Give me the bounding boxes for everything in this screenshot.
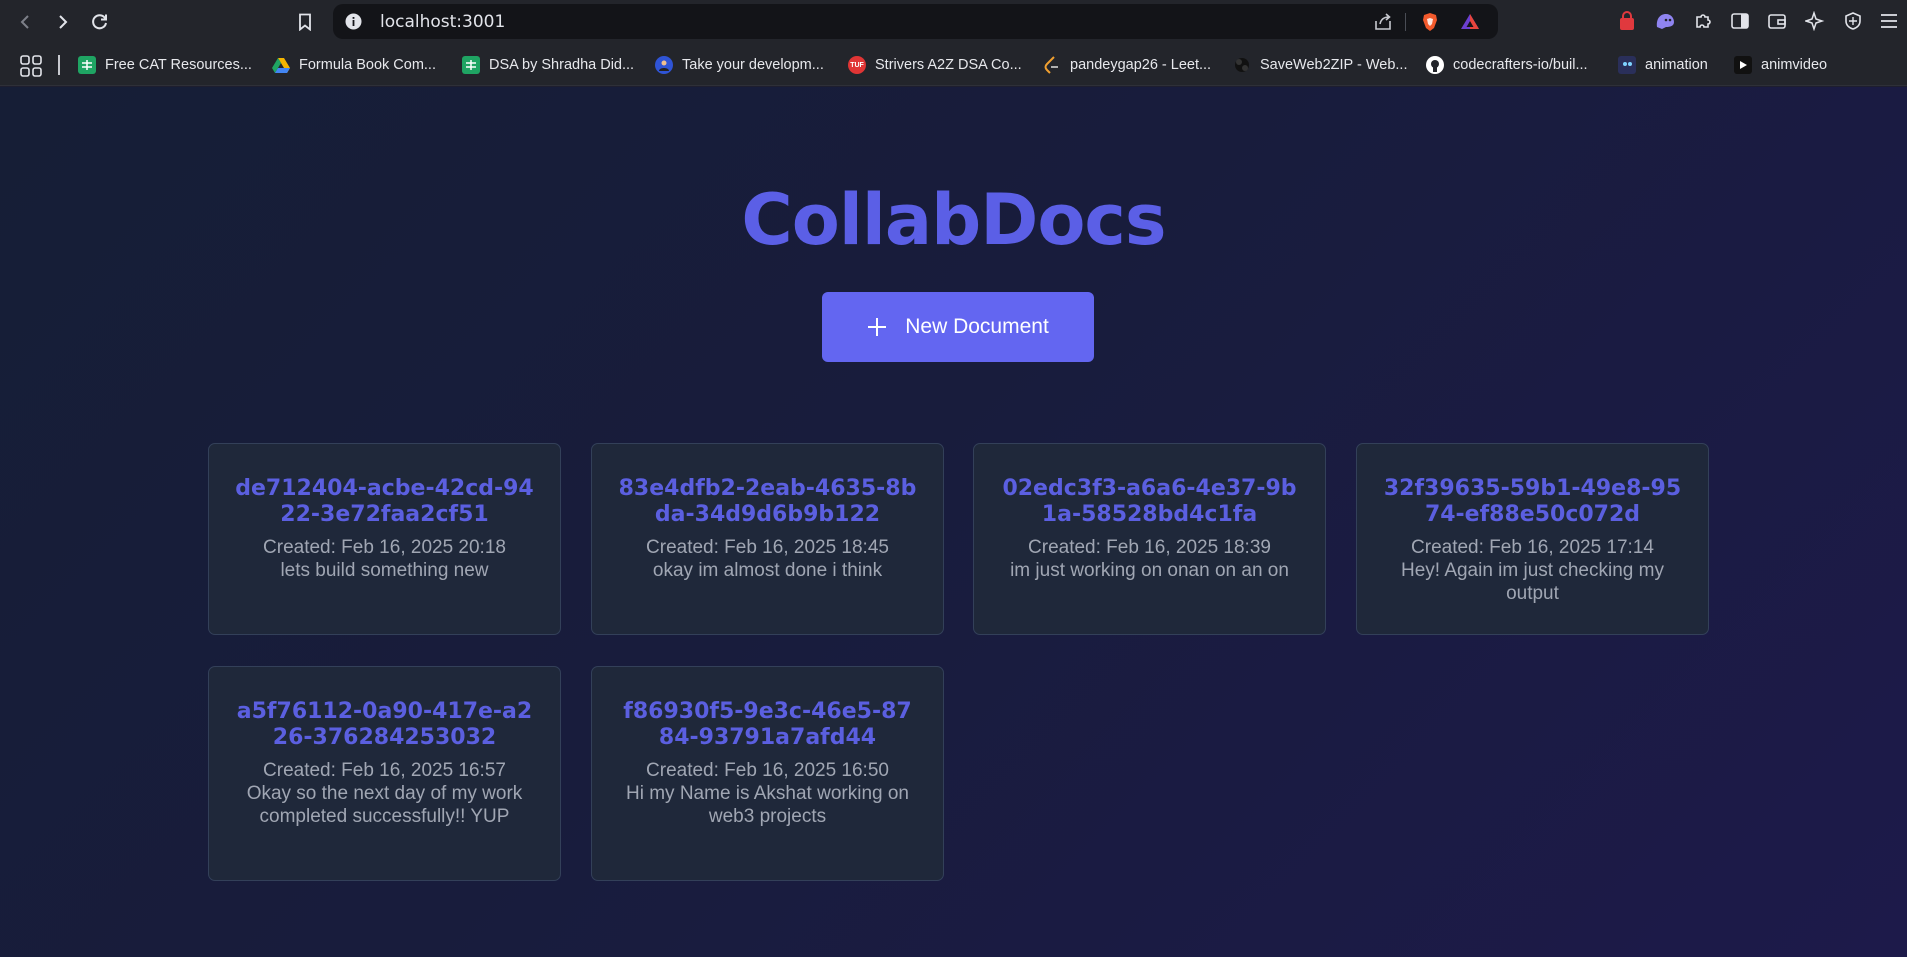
document-card[interactable]: 83e4dfb2-2eab-4635-8bda-34d9d6b9b122 Cre… bbox=[591, 443, 944, 635]
back-button[interactable] bbox=[12, 8, 40, 36]
document-id[interactable]: de712404-acbe-42cd-9422-3e72faa2cf51 bbox=[235, 476, 535, 528]
bookmark-item[interactable]: animvideo bbox=[1734, 55, 1827, 75]
brave-shield-icon[interactable] bbox=[1420, 12, 1440, 32]
document-created: Created: Feb 16, 2025 18:39 bbox=[1028, 537, 1271, 558]
new-document-button[interactable]: New Document bbox=[822, 292, 1094, 362]
share-icon[interactable] bbox=[1373, 12, 1393, 32]
document-card[interactable]: a5f76112-0a90-417e-a226-376284253032 Cre… bbox=[208, 666, 561, 881]
document-created: Created: Feb 16, 2025 17:14 bbox=[1411, 537, 1654, 558]
bookmark-item[interactable]: pandeygap26 - Leet... bbox=[1043, 55, 1211, 75]
bookmark-label: SaveWeb2ZIP - Web... bbox=[1260, 57, 1408, 73]
github-icon bbox=[1426, 56, 1444, 74]
bookmark-label: Formula Book Com... bbox=[299, 57, 436, 73]
bookmarks-bar: Free CAT Resources... Formula Book Com..… bbox=[0, 43, 1907, 86]
bookmark-label: Strivers A2Z DSA Co... bbox=[875, 57, 1022, 73]
document-id[interactable]: 32f39635-59b1-49e8-9574-ef88e50c072d bbox=[1383, 476, 1683, 528]
bookmark-item[interactable]: Formula Book Com... bbox=[272, 55, 436, 75]
extension-ghost-icon[interactable] bbox=[1654, 10, 1676, 32]
animation-icon bbox=[1618, 56, 1636, 74]
leetcode-icon bbox=[1043, 56, 1061, 74]
bookmark-item[interactable]: Take your developm... bbox=[655, 55, 824, 75]
bookmark-label: animvideo bbox=[1761, 57, 1828, 73]
bookmark-icon bbox=[299, 13, 311, 31]
avatar-icon bbox=[655, 56, 673, 74]
info-icon[interactable] bbox=[345, 13, 362, 30]
bookmark-label: codecrafters-io/buil... bbox=[1453, 57, 1588, 73]
document-card[interactable]: f86930f5-9e3c-46e5-8784-93791a7afd44 Cre… bbox=[591, 666, 944, 881]
address-bar[interactable]: localhost:3001 bbox=[333, 4, 1498, 39]
bookmark-item[interactable]: Free CAT Resources... bbox=[78, 55, 252, 75]
bookmark-item[interactable]: animation bbox=[1618, 55, 1708, 75]
document-id[interactable]: 83e4dfb2-2eab-4635-8bda-34d9d6b9b122 bbox=[618, 476, 918, 528]
document-preview: im just working on onan on an on bbox=[1010, 560, 1289, 581]
document-card[interactable]: 32f39635-59b1-49e8-9574-ef88e50c072d Cre… bbox=[1356, 443, 1709, 635]
tuf-icon: TUF bbox=[848, 56, 866, 74]
document-id[interactable]: f86930f5-9e3c-46e5-8784-93791a7afd44 bbox=[618, 699, 918, 751]
bookmark-item[interactable]: DSA by Shradha Did... bbox=[462, 55, 634, 75]
extension-red-icon[interactable] bbox=[1616, 10, 1638, 32]
reload-icon bbox=[92, 14, 107, 30]
document-created: Created: Feb 16, 2025 16:57 bbox=[263, 760, 506, 781]
document-id[interactable]: a5f76112-0a90-417e-a226-376284253032 bbox=[235, 699, 535, 751]
extensions-puzzle-icon[interactable] bbox=[1692, 10, 1714, 32]
chevron-left-icon bbox=[20, 15, 29, 29]
bookmark-item[interactable]: codecrafters-io/buil... bbox=[1426, 55, 1588, 75]
bookmarks-divider bbox=[58, 55, 60, 75]
brave-rewards-icon[interactable] bbox=[1460, 12, 1480, 32]
wallet-icon[interactable] bbox=[1766, 10, 1788, 32]
apps-grid-icon[interactable] bbox=[20, 55, 42, 77]
document-preview: lets build something new bbox=[280, 560, 489, 581]
document-id[interactable]: 02edc3f3-a6a6-4e37-9b1a-58528bd4c1fa bbox=[1000, 476, 1300, 528]
bookmark-label: animation bbox=[1645, 57, 1708, 73]
url-text[interactable]: localhost:3001 bbox=[380, 12, 505, 32]
menu-icon[interactable] bbox=[1878, 10, 1900, 32]
document-preview: Hey! Again im just checking my output bbox=[1401, 560, 1664, 604]
document-card[interactable]: de712404-acbe-42cd-9422-3e72faa2cf51 Cre… bbox=[208, 443, 561, 635]
bookmark-page-button[interactable] bbox=[291, 8, 319, 36]
document-created: Created: Feb 16, 2025 18:45 bbox=[646, 537, 889, 558]
video-icon bbox=[1734, 56, 1752, 74]
reload-button[interactable] bbox=[86, 8, 114, 36]
forward-button[interactable] bbox=[48, 8, 76, 36]
sheets-icon bbox=[78, 56, 96, 74]
bookmark-label: pandeygap26 - Leet... bbox=[1070, 57, 1212, 73]
document-card[interactable]: 02edc3f3-a6a6-4e37-9b1a-58528bd4c1fa Cre… bbox=[973, 443, 1326, 635]
url-divider bbox=[1405, 13, 1406, 31]
bookmark-label: Free CAT Resources... bbox=[105, 57, 252, 73]
bookmark-item[interactable]: SaveWeb2ZIP - Web... bbox=[1233, 55, 1408, 75]
saveweb-icon bbox=[1233, 56, 1251, 74]
sidebar-toggle-icon[interactable] bbox=[1729, 10, 1751, 32]
browser-toolbar: localhost:3001 bbox=[0, 0, 1907, 43]
bookmark-item[interactable]: TUF Strivers A2Z DSA Co... bbox=[848, 55, 1022, 75]
sheets-icon bbox=[462, 56, 480, 74]
page-content: CollabDocs New Document de712404-acbe-42… bbox=[0, 87, 1907, 957]
leo-ai-icon[interactable] bbox=[1804, 10, 1826, 32]
app-title: CollabDocs bbox=[741, 179, 1166, 261]
document-created: Created: Feb 16, 2025 16:50 bbox=[646, 760, 889, 781]
document-created: Created: Feb 16, 2025 20:18 bbox=[263, 537, 506, 558]
bookmark-label: Take your developm... bbox=[682, 57, 824, 73]
chevron-right-icon bbox=[59, 15, 68, 29]
new-document-label: New Document bbox=[905, 315, 1049, 338]
vpn-shield-icon[interactable] bbox=[1842, 10, 1864, 32]
bookmark-label: DSA by Shradha Did... bbox=[489, 57, 635, 73]
document-preview: Okay so the next day of my work complete… bbox=[246, 783, 523, 827]
document-preview: Hi my Name is Akshat working on web3 pro… bbox=[626, 783, 909, 827]
document-preview: okay im almost done i think bbox=[652, 560, 883, 581]
plus-icon bbox=[867, 317, 887, 337]
drive-icon bbox=[272, 56, 290, 74]
